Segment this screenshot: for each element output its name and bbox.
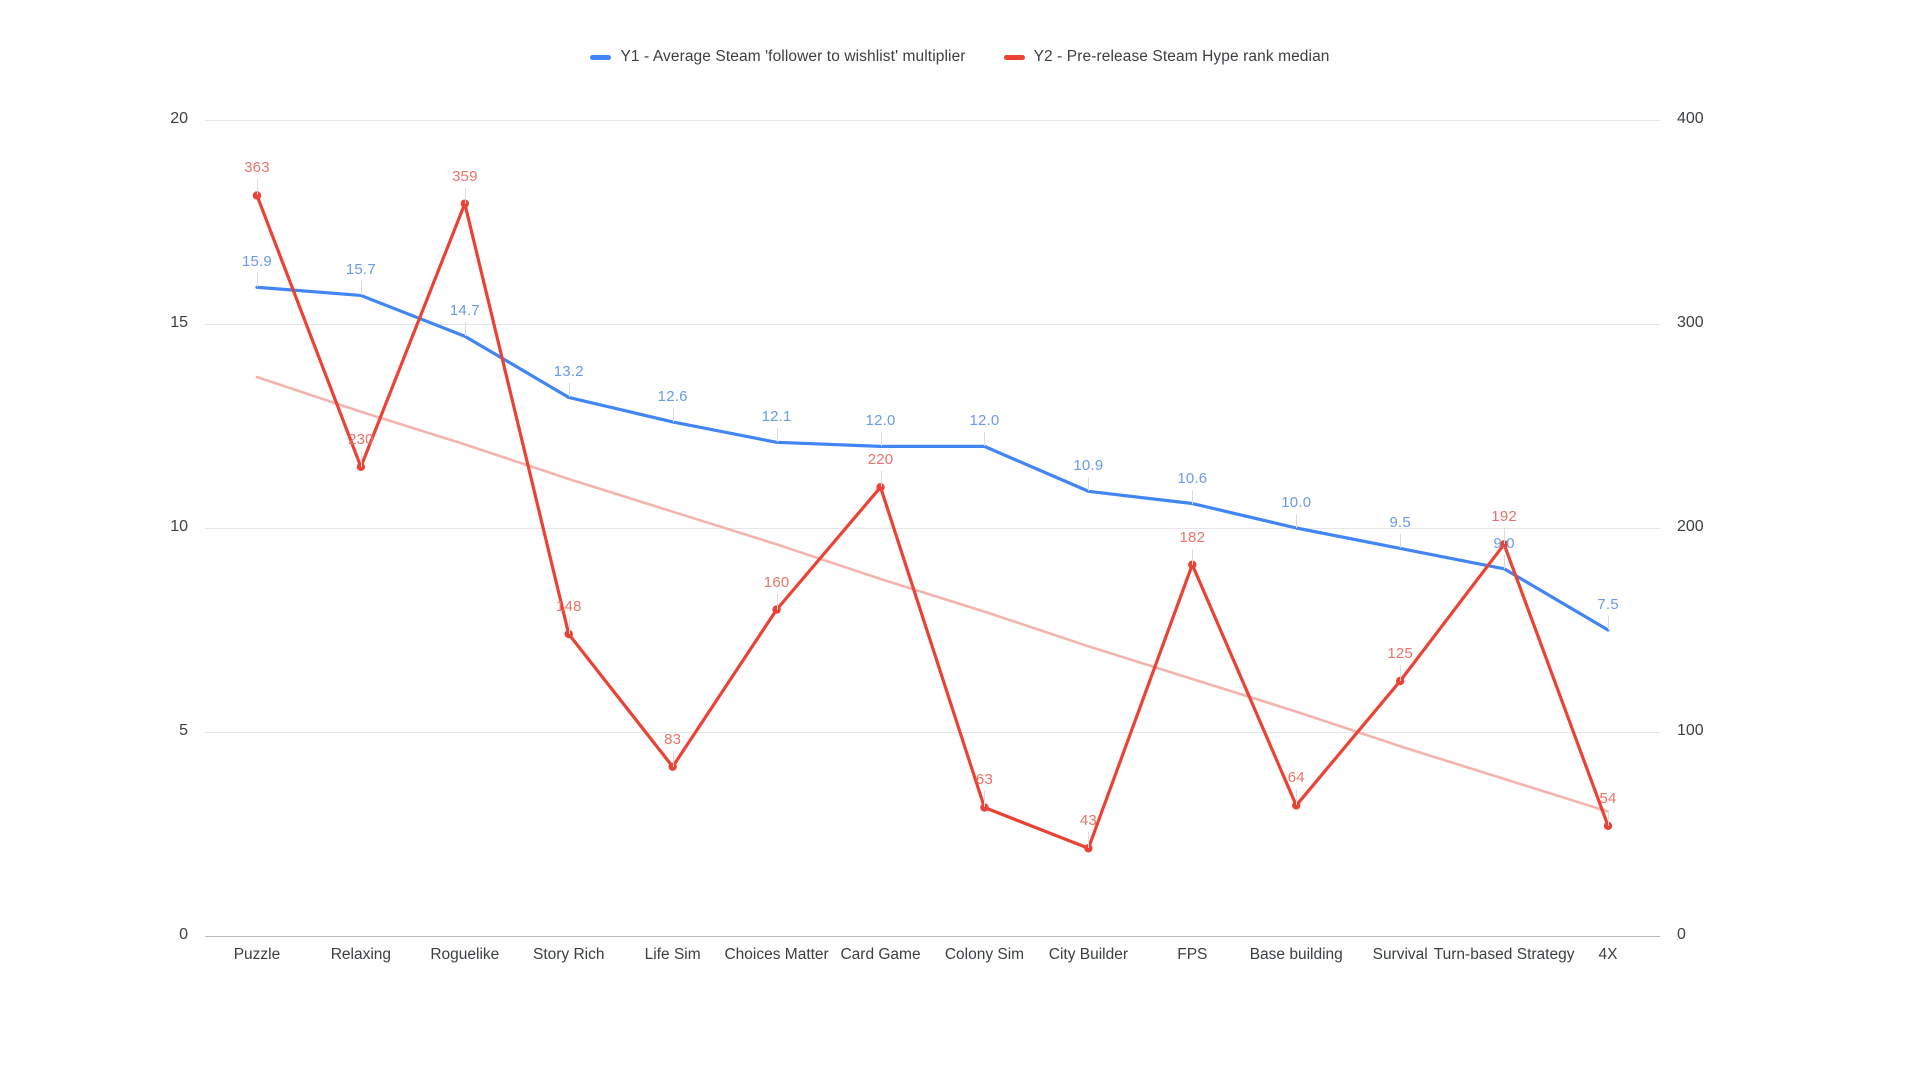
legend-item-y2[interactable]: Y2 - Pre-release Steam Hype rank median: [1003, 48, 1330, 66]
y2-data-label: 182: [1179, 528, 1206, 546]
y-axis-left-tick: 20: [170, 110, 188, 127]
y2-data-label: 54: [1599, 789, 1617, 807]
y1-data-label: 10.0: [1281, 494, 1312, 511]
y2-data-label: 192: [1491, 508, 1517, 526]
y2-data-label: 160: [763, 573, 790, 591]
data-label-stem: [1608, 616, 1610, 630]
data-label-stem: [672, 407, 674, 422]
x-axis-tick-puzzle: Puzzle: [233, 946, 281, 963]
legend-line-swatch-y1: [590, 54, 612, 60]
data-label-stem: [776, 428, 778, 443]
x-axis-tick-city-builder: City Builder: [1048, 946, 1129, 963]
series-lines: [252, 191, 1613, 853]
series-line: [255, 285, 1610, 632]
legend-line-swatch-y2: [1003, 54, 1025, 60]
data-label-stem: [1192, 548, 1194, 565]
y1-data-label: 9.5: [1389, 514, 1411, 532]
legend-label-y1: Y1 - Average Steam 'follower to wishlist…: [620, 48, 966, 65]
y2-data-label: 125: [1387, 645, 1413, 662]
data-label-stem: [464, 322, 466, 337]
y2-data-label: 63: [975, 771, 993, 789]
y2-data-label: 363: [244, 159, 270, 177]
data-label-stem: [256, 179, 258, 196]
x-axis-tick-relaxing: Relaxing: [330, 946, 392, 963]
y-axis-left-tick: 10: [170, 518, 188, 535]
trendline: [255, 375, 1610, 813]
data-label-stem: [360, 450, 362, 467]
y1-data-label: 10.6: [1177, 469, 1208, 487]
x-axis-tick-choices-matter: Choices Matter: [724, 946, 829, 963]
y1-data-label: 12.6: [657, 387, 688, 405]
y-axis-right-tick: 100: [1677, 722, 1704, 739]
data-label-stem: [984, 432, 986, 447]
data-label-stem: [776, 593, 778, 610]
gridline: [205, 936, 1660, 937]
data-label-stem: [1296, 514, 1298, 528]
data-label-stem: [1504, 554, 1506, 569]
y1-data-label: 12.0: [969, 412, 1000, 430]
y1-data-label: 15.9: [241, 253, 272, 271]
y2-data-label: 43: [1079, 812, 1097, 830]
data-label-stem: [1608, 809, 1610, 826]
x-axis-tick-card-game: Card Game: [840, 946, 921, 963]
y2-data-label: 148: [555, 598, 582, 616]
y-axis-right-tick: 0: [1677, 926, 1686, 943]
data-label-stem: [1192, 489, 1194, 504]
data-label-stem: [880, 432, 882, 447]
data-label-stem: [256, 273, 258, 288]
x-axis-tick-survival: Survival: [1372, 946, 1428, 963]
data-label-stem: [1296, 789, 1298, 806]
plot-area: 0 5 10 15 20 0 100 200 300 400 Puzzle Relaxing Rog…: [170, 110, 1704, 963]
data-label-stem: [568, 618, 570, 635]
y1-data-label: 15.7: [345, 261, 376, 279]
data-label-stem: [984, 791, 986, 808]
x-axis-tick-4x: 4X: [1598, 946, 1618, 963]
y1-data-label: 14.7: [449, 302, 480, 320]
data-label-stem: [672, 750, 674, 767]
y-axis-left-tick: 15: [170, 314, 188, 331]
y1-data-label: 10.9: [1073, 457, 1104, 475]
data-label-stem: [1400, 665, 1402, 681]
legend-item-y1[interactable]: Y1 - Average Steam 'follower to wishlist…: [590, 48, 965, 66]
y2-data-label: 83: [664, 730, 682, 748]
x-axis-tick-turn-based-strategy: Turn-based Strategy: [1433, 946, 1575, 963]
data-label-stem: [464, 187, 466, 204]
x-axis-tick-roguelike: Roguelike: [430, 946, 500, 963]
x-axis-tick-story-rich: Story Rich: [533, 946, 605, 963]
data-label-stem: [1400, 534, 1402, 549]
data-label-stem: [360, 281, 362, 296]
x-axis-tick-fps: FPS: [1177, 946, 1208, 963]
data-label-stem: [1088, 832, 1090, 849]
data-label-stem: [1088, 477, 1090, 492]
x-axis-tick-colony-sim: Colony Sim: [944, 946, 1025, 963]
y-axis-right-tick: 400: [1677, 110, 1704, 127]
y-axis-right-tick: 200: [1677, 518, 1704, 535]
y1-data-label: 7.5: [1597, 596, 1619, 613]
legend-label-y2: Y2 - Pre-release Steam Hype rank median: [1033, 48, 1330, 65]
data-label-stem: [568, 383, 570, 398]
line-chart: Y1 - Average Steam 'follower to wishlist…: [0, 0, 1920, 1080]
data-label-stem: [880, 471, 882, 488]
y1-data-label: 12.1: [761, 408, 792, 426]
y2-data-label: 230: [348, 430, 374, 448]
x-axis-tick-base-building: Base building: [1249, 946, 1343, 963]
y-axis-right-tick: 300: [1677, 314, 1704, 331]
y1-data-label: 13.2: [553, 363, 584, 381]
y-axis-left-tick: 5: [179, 722, 188, 739]
y2-data-label: 64: [1287, 769, 1305, 787]
y1-data-label: 9.0: [1493, 534, 1515, 552]
y2-data-label: 359: [451, 167, 478, 185]
y1-data-label: 12.0: [865, 412, 896, 430]
y2-data-label: 220: [867, 451, 894, 469]
x-axis-tick-life-sim: Life Sim: [644, 946, 701, 963]
y-axis-left-tick: 0: [179, 926, 188, 943]
chart-legend: Y1 - Average Steam 'follower to wishlist…: [0, 48, 1920, 66]
